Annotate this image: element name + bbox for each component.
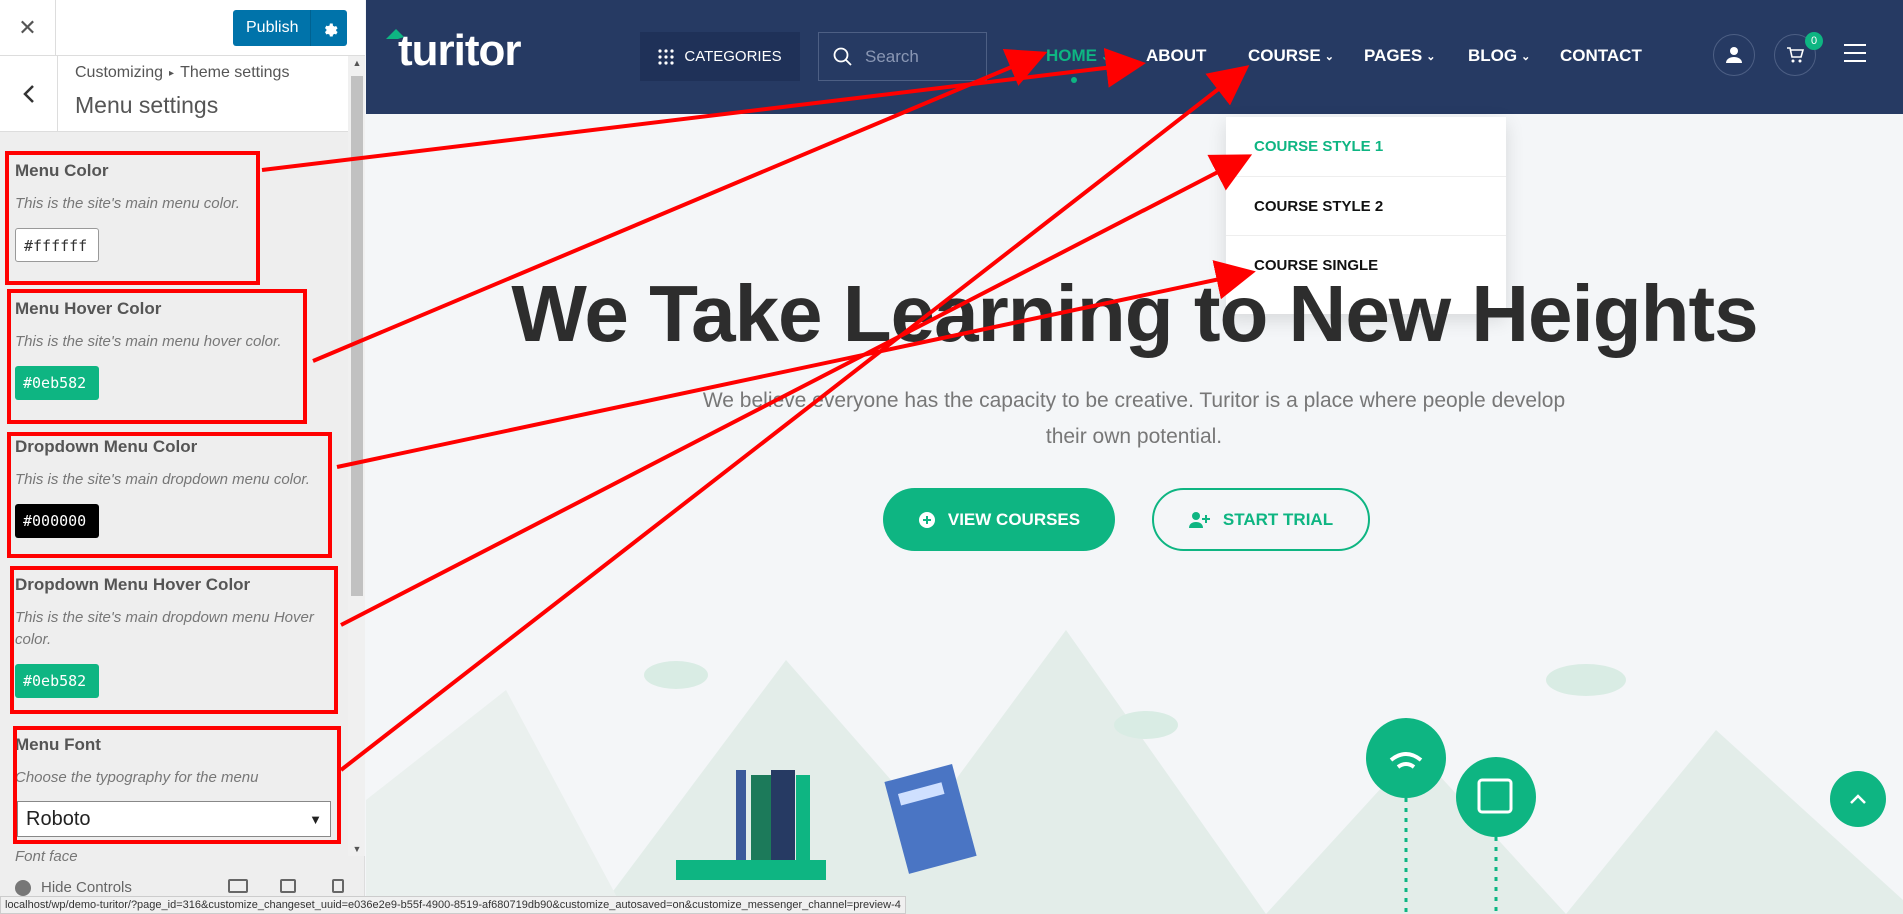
nav-label: PAGES [1364, 46, 1423, 65]
breadcrumb-theme-settings: Theme settings [180, 64, 290, 81]
cart-icon [1787, 47, 1804, 63]
chevron-left-icon [22, 85, 34, 103]
hero-illustration [366, 630, 1903, 914]
close-icon: ✕ [18, 15, 37, 40]
dropdown-item-course-style-2[interactable]: COURSE STYLE 2 [1226, 177, 1506, 236]
search-input[interactable] [865, 46, 975, 67]
chevron-down-icon: ⌄ [1101, 50, 1111, 63]
breadcrumb-separator-icon: ▸ [169, 67, 175, 79]
collapse-icon [15, 879, 31, 896]
chevron-up-icon [1850, 794, 1866, 804]
sidebar-scrollbar[interactable]: ▲ ▼ [348, 56, 365, 856]
font-face-label: Font face [15, 848, 78, 865]
nav-label: COURSE [1248, 46, 1321, 65]
start-trial-label: START TRIAL [1222, 509, 1334, 529]
nav-label: HOME [1046, 46, 1097, 65]
nav-label: BLOG [1468, 46, 1518, 65]
annotation-box [10, 566, 338, 714]
nav-contact[interactable]: CONTACT [1560, 46, 1642, 66]
hide-controls-button[interactable]: Hide Controls [15, 879, 132, 896]
grid-icon [658, 48, 674, 65]
plus-circle-icon [918, 511, 935, 528]
search-icon [833, 47, 852, 66]
annotation-box [7, 289, 307, 424]
section-header: Customizing ▸ Theme settings Menu settin… [0, 56, 348, 132]
chevron-down-icon: ⌄ [1521, 50, 1531, 63]
cart-count-badge: 0 [1805, 32, 1823, 50]
tablet-preview-icon[interactable] [280, 879, 296, 893]
nav-home[interactable]: HOME ⌄ [1046, 46, 1110, 66]
site-preview: turitor CATEGORIES HOME⌄ ABOUT COURSE⌄ P… [366, 0, 1903, 914]
scrollbar-thumb[interactable] [351, 76, 363, 596]
back-button[interactable] [0, 56, 58, 132]
breadcrumb: Customizing ▸ Theme settings [75, 64, 289, 82]
customizer-header: ✕ Publish [0, 0, 365, 56]
nav-label: ABOUT [1146, 46, 1207, 65]
chevron-down-icon: ⌄ [1426, 50, 1436, 63]
annotation-box [5, 151, 260, 285]
site-header: turitor CATEGORIES HOME⌄ ABOUT COURSE⌄ P… [366, 0, 1903, 114]
nav-about[interactable]: ABOUT [1146, 46, 1206, 66]
user-icon [1726, 47, 1742, 63]
customizer-sidebar: ✕ Publish Customizing ▸ Theme settings M… [0, 0, 365, 914]
account-button[interactable] [1713, 34, 1755, 76]
publish-button-group: Publish [233, 10, 348, 46]
view-courses-button[interactable]: VIEW COURSES [883, 488, 1115, 551]
browser-status-url: localhost/wp/demo-turitor/?page_id=316&c… [0, 896, 906, 914]
panel-title: Menu settings [75, 92, 219, 118]
dropdown-item-course-style-1[interactable]: COURSE STYLE 1 [1226, 117, 1506, 177]
close-customizer-button[interactable]: ✕ [0, 0, 56, 56]
view-courses-label: VIEW COURSES [947, 509, 1081, 529]
search-box [818, 32, 987, 81]
breadcrumb-customizing: Customizing [75, 64, 164, 81]
gear-icon [324, 23, 338, 37]
hero-title: We Take Learning to New Heights [511, 269, 1758, 358]
publish-settings-button[interactable] [311, 10, 347, 46]
hide-controls-label: Hide Controls [41, 879, 132, 896]
hamburger-menu-icon[interactable] [1844, 44, 1866, 68]
logo-text: turitor [398, 26, 522, 75]
categories-button[interactable]: CATEGORIES [640, 32, 800, 81]
desktop-preview-icon[interactable] [228, 879, 248, 893]
chevron-down-icon: ⌄ [1324, 50, 1334, 63]
scroll-up-icon[interactable]: ▲ [351, 58, 363, 68]
annotation-box [7, 432, 332, 558]
user-plus-icon [1188, 511, 1210, 528]
nav-course[interactable]: COURSE ⌄ [1248, 46, 1334, 66]
hero-subtitle: We believe everyone has the capacity to … [702, 389, 1566, 448]
nav-label: CONTACT [1560, 46, 1642, 65]
site-logo[interactable]: turitor [384, 26, 522, 76]
start-trial-button[interactable]: START TRIAL [1152, 488, 1370, 551]
mobile-preview-icon[interactable] [332, 879, 344, 893]
nav-pages[interactable]: PAGES ⌄ [1364, 46, 1435, 66]
nav-blog[interactable]: BLOG ⌄ [1468, 46, 1530, 66]
categories-label: CATEGORIES [684, 48, 782, 65]
annotation-box [13, 726, 341, 844]
active-indicator [1071, 77, 1077, 83]
publish-button[interactable]: Publish [233, 10, 312, 46]
scroll-to-top-button[interactable] [1830, 771, 1886, 827]
scroll-down-icon[interactable]: ▼ [351, 844, 363, 854]
